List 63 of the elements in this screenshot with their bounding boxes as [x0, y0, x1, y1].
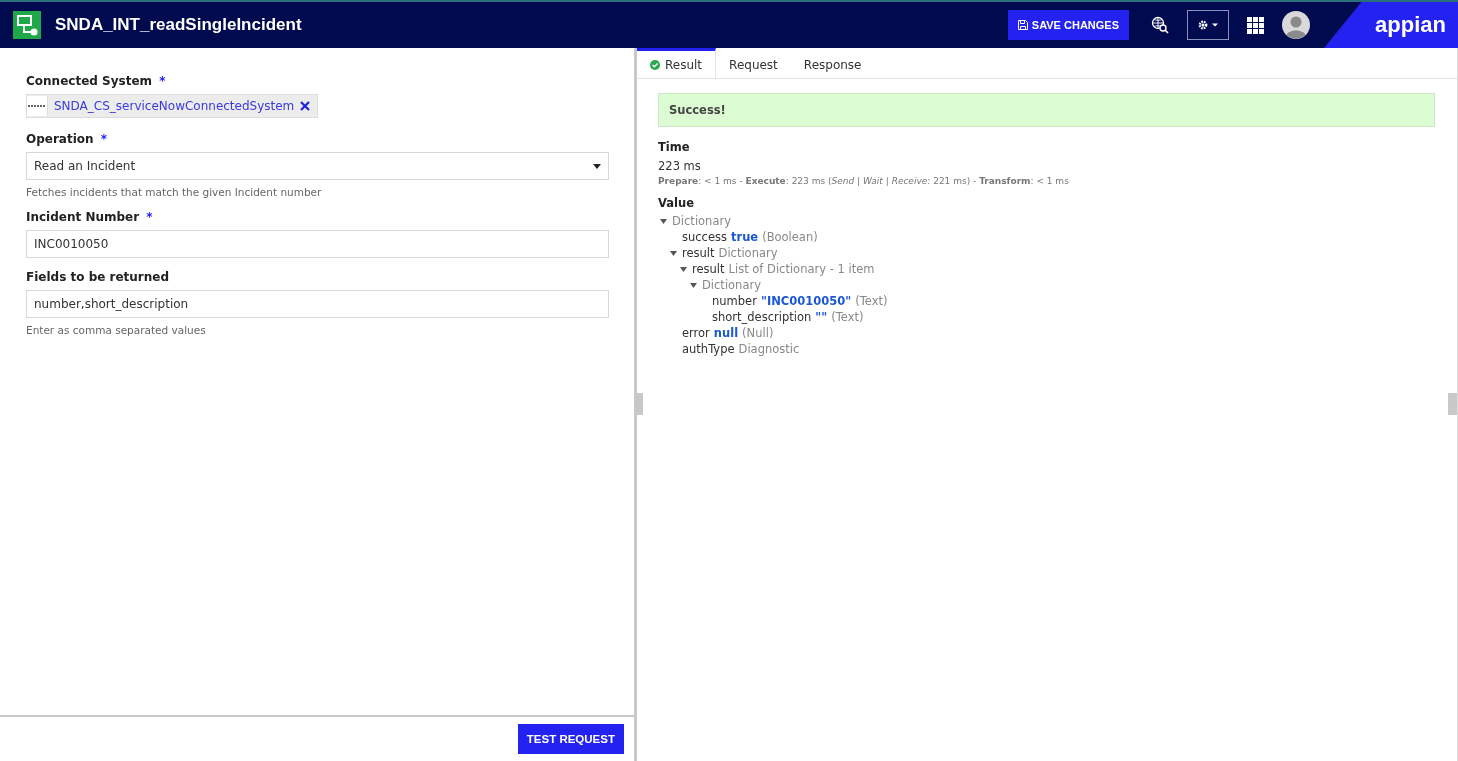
field-label: Incident Number: [26, 210, 140, 224]
success-check-icon: [650, 59, 660, 70]
gear-icon: [1197, 19, 1219, 31]
field-label: Operation: [26, 132, 94, 146]
section-heading: Value: [658, 196, 695, 210]
time-breakdown: Prepare: < 1 ms - Execute: 223 ms (Send | Wait | Receive: 221 ms) - Transform: < 1 ms: [658, 176, 1070, 186]
tree-key: error: [682, 326, 710, 340]
tree-key: number: [712, 294, 757, 308]
tree-type: (Text): [831, 310, 864, 324]
tree-key: success: [682, 230, 727, 244]
tree-type: Dictionary: [702, 278, 761, 292]
settings-button[interactable]: [1187, 10, 1229, 40]
save-icon: [1017, 20, 1028, 30]
tree-value: "": [815, 310, 828, 324]
save-button[interactable]: SAVE CHANGES: [1007, 10, 1129, 40]
integration-icon: [13, 11, 41, 39]
test-request-button[interactable]: TEST REQUEST: [517, 724, 624, 754]
chip-label: SNDA_CS_serviceNowConnectedSystem: [54, 99, 295, 113]
text-field[interactable]: INC0010050: [26, 230, 609, 258]
time-value: 223 ms: [658, 159, 702, 173]
tree-key: authType: [682, 342, 735, 356]
dropdown-caret-icon: [593, 163, 601, 169]
required-mark: *: [100, 132, 108, 146]
collapse-handle[interactable]: [634, 393, 643, 415]
tree-type: (Boolean): [762, 230, 818, 244]
system-logo-icon: [27, 96, 48, 116]
tree-type: Diagnostic: [738, 342, 800, 356]
tree-key: result: [682, 246, 715, 260]
help-text: Fetches incidents that match the given Incident number: [26, 186, 323, 198]
tree-type: (Text): [855, 294, 888, 308]
caret-icon[interactable]: [668, 250, 678, 256]
tree-key: result: [692, 262, 725, 276]
text-field[interactable]: number,short_description: [26, 290, 609, 318]
window-title: SNDA_INT_readSingleIncident: [55, 15, 302, 35]
tree-type: (Null): [742, 326, 774, 340]
tab[interactable]: Response: [790, 48, 875, 78]
tree-type: Dictionary: [718, 246, 778, 260]
tree-type: List of Dictionary - 1 item: [728, 262, 875, 276]
connected-system-chip[interactable]: SNDA_CS_serviceNowConnectedSystem: [26, 94, 319, 118]
tree-value: true: [731, 230, 759, 244]
collapse-handle[interactable]: [1448, 393, 1457, 415]
remove-icon[interactable]: [300, 101, 311, 111]
globe-search-icon[interactable]: [1151, 16, 1169, 34]
field-label: Connected System: [26, 74, 153, 88]
app-grid-icon[interactable]: [1247, 16, 1264, 34]
tree-value: null: [713, 326, 739, 340]
section-heading: Time: [658, 140, 691, 154]
logo: appian: [1375, 12, 1446, 38]
caret-icon[interactable]: [688, 282, 698, 288]
required-mark: *: [146, 210, 153, 224]
operation-dropdown[interactable]: Read an Incident: [26, 152, 609, 180]
success-message: Success!: [658, 93, 1435, 127]
tree-value: "INC0010050": [760, 294, 852, 308]
caret-icon[interactable]: [678, 266, 688, 272]
caret-icon[interactable]: [658, 218, 668, 224]
tab[interactable]: Result: [637, 48, 717, 78]
required-mark: *: [159, 74, 166, 88]
tab[interactable]: Request: [716, 48, 791, 78]
avatar-icon[interactable]: [1282, 11, 1310, 39]
help-text: Enter as comma separated values: [26, 324, 207, 336]
field-label: Fields to be returned: [26, 270, 170, 284]
tree-key: short_description: [712, 310, 812, 324]
tree-type: Dictionary: [672, 214, 731, 228]
